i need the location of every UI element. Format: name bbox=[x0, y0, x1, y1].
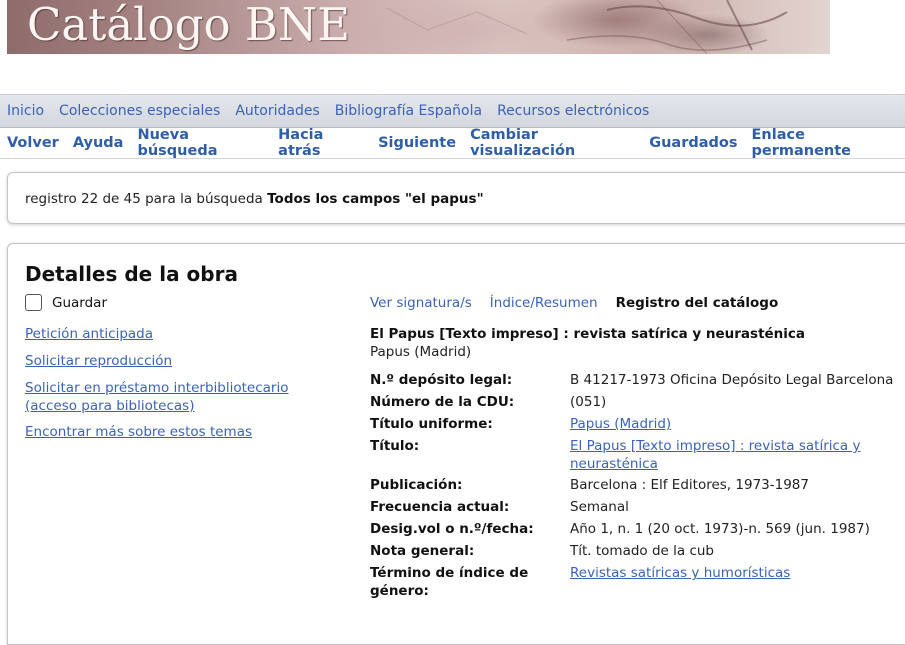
save-row: Guardar bbox=[25, 294, 107, 311]
toolbar-volver[interactable]: Volver bbox=[7, 135, 59, 151]
field-label-cdu: Número de la CDU: bbox=[370, 394, 515, 410]
work-subtitle: Papus (Madrid) bbox=[370, 344, 472, 360]
work-details-panel: Detalles de la obra Guardar Petición ant… bbox=[7, 243, 905, 645]
field-label-titulo: Título: bbox=[370, 438, 420, 454]
field-value-deposito-legal: B 41217-1973 Oficina Depósito Legal Barc… bbox=[570, 372, 894, 388]
nav-inicio[interactable]: Inicio bbox=[7, 103, 44, 119]
field-value-termino-genero[interactable]: Revistas satíricas y humorísticas bbox=[570, 564, 905, 582]
field-label-publicacion: Publicación: bbox=[370, 477, 463, 493]
field-label-nota-general: Nota general: bbox=[370, 543, 475, 559]
field-value-cdu: (051) bbox=[570, 394, 607, 410]
record-toolbar: Volver Ayuda Nueva búsqueda Hacia atrás … bbox=[0, 127, 905, 159]
nav-bibliografia-espanola[interactable]: Bibliografía Española bbox=[335, 103, 482, 119]
link-prestamo-interbibliotecario[interactable]: Solicitar en préstamo interbibliotecario… bbox=[25, 379, 315, 415]
field-label-frecuencia: Frecuencia actual: bbox=[370, 499, 510, 515]
tab-indice-resumen[interactable]: Índice/Resumen bbox=[490, 295, 598, 311]
toolbar-siguiente[interactable]: Siguiente bbox=[378, 135, 456, 151]
nav-autoridades[interactable]: Autoridades bbox=[235, 103, 319, 119]
field-label-desig-vol: Desig.vol o n.º/fecha: bbox=[370, 521, 534, 537]
page-title: Detalles de la obra bbox=[25, 262, 238, 286]
field-label-titulo-uniforme: Título uniforme: bbox=[370, 416, 493, 432]
field-value-desig-vol: Año 1, n. 1 (20 oct. 1973)-n. 569 (jun. … bbox=[570, 521, 870, 537]
field-value-publicacion: Barcelona : Elf Editores, 1973-1987 bbox=[570, 477, 809, 493]
header-banner: Catálogo BNE bbox=[7, 0, 830, 54]
field-value-frecuencia: Semanal bbox=[570, 499, 629, 515]
nav-recursos-electronicos[interactable]: Recursos electrónicos bbox=[497, 103, 649, 119]
top-navigation: Inicio Colecciones especiales Autoridade… bbox=[0, 94, 905, 128]
link-encontrar-mas-temas[interactable]: Encontrar más sobre estos temas bbox=[25, 423, 325, 441]
save-checkbox[interactable] bbox=[25, 294, 42, 311]
record-tabs: Ver signatura/s Índice/Resumen Registro … bbox=[370, 295, 796, 311]
tab-ver-signaturas[interactable]: Ver signatura/s bbox=[370, 295, 472, 311]
toolbar-ayuda[interactable]: Ayuda bbox=[73, 135, 124, 151]
field-value-nota-general: Tít. tomado de la cub bbox=[570, 543, 714, 559]
field-label-termino-genero: Término de índice de género: bbox=[370, 565, 529, 599]
record-position-prefix: registro 22 de 45 para la búsqueda bbox=[25, 191, 263, 207]
record-search-query: Todos los campos "el papus" bbox=[267, 191, 484, 207]
work-title: El Papus [Texto impreso] : revista satír… bbox=[370, 326, 806, 342]
toolbar-cambiar-visualizacion[interactable]: Cambiar visualización bbox=[470, 127, 635, 159]
nav-colecciones-especiales[interactable]: Colecciones especiales bbox=[59, 103, 220, 119]
toolbar-enlace-permanente[interactable]: Enlace permanente bbox=[752, 127, 899, 159]
field-value-titulo[interactable]: El Papus [Texto impreso] : revista satír… bbox=[570, 437, 890, 473]
link-peticion-anticipada[interactable]: Petición anticipada bbox=[25, 325, 325, 343]
save-label: Guardar bbox=[52, 294, 107, 311]
field-label-deposito-legal: N.º depósito legal: bbox=[370, 372, 513, 388]
link-solicitar-reproduccion[interactable]: Solicitar reproducción bbox=[25, 352, 325, 370]
record-position-text: registro 22 de 45 para la búsqueda Todos… bbox=[25, 191, 484, 207]
record-position-box: registro 22 de 45 para la búsqueda Todos… bbox=[7, 172, 905, 224]
field-value-titulo-uniforme[interactable]: Papus (Madrid) bbox=[570, 415, 905, 433]
toolbar-nueva-busqueda[interactable]: Nueva búsqueda bbox=[137, 127, 264, 159]
tab-registro-catalogo[interactable]: Registro del catálogo bbox=[616, 295, 779, 311]
banner-logo-text[interactable]: Catálogo BNE bbox=[27, 0, 350, 52]
toolbar-guardados[interactable]: Guardados bbox=[649, 135, 737, 151]
toolbar-hacia-atras[interactable]: Hacia atrás bbox=[278, 127, 364, 159]
